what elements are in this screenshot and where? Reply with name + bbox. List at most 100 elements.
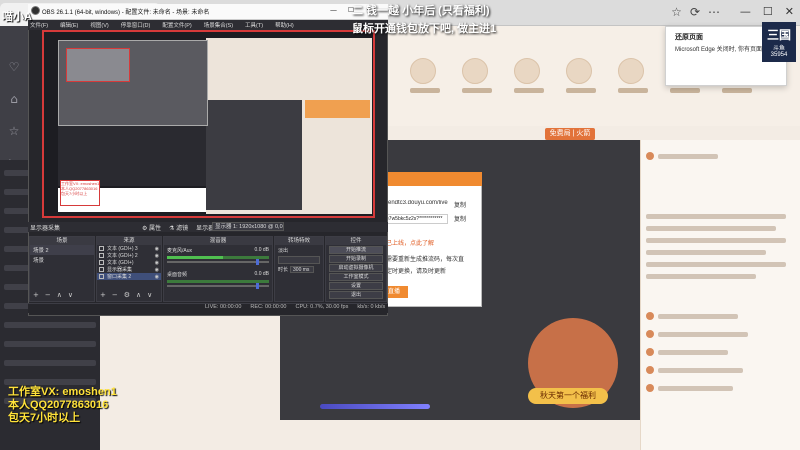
dock-title: 来源 <box>97 237 161 245</box>
filters-button[interactable]: ⚗ 滤镜 <box>169 223 188 232</box>
red-packet-banner[interactable]: 秋天第一个福利 <box>528 388 608 404</box>
copy-url-button[interactable]: 复制 <box>454 200 466 209</box>
favorite-icon[interactable]: ☆ <box>671 5 682 19</box>
channel-db: 0.0 dB <box>254 247 269 253</box>
start-recording-button[interactable]: 开始录制 <box>329 255 383 263</box>
nav-item[interactable] <box>618 58 648 93</box>
menu-profile[interactable]: 配置文件(P) <box>162 21 191 29</box>
level-meter <box>167 280 269 283</box>
visibility-icon[interactable]: ◉ <box>155 260 159 266</box>
source-name: 文本 (GDI+) <box>107 260 134 266</box>
nav-item[interactable] <box>462 58 492 93</box>
visibility-icon[interactable]: ◉ <box>155 253 159 259</box>
add-icon[interactable]: + <box>100 291 106 299</box>
avatar <box>646 348 654 356</box>
chat-line <box>658 154 718 159</box>
menu-scene-collection[interactable]: 场景集合(S) <box>204 21 233 29</box>
volume-knob[interactable] <box>255 283 259 289</box>
source-name: 窗口采集 2 <box>107 274 132 280</box>
scenes-footer: + − ∧ ∨ <box>33 291 73 299</box>
source-name: 文本 (GDI+) 3 <box>107 246 138 252</box>
menu-help[interactable]: 帮助(H) <box>275 21 294 29</box>
chat-line <box>646 238 786 243</box>
visibility-icon[interactable]: ◉ <box>155 267 159 273</box>
menu-tools[interactable]: 工具(T) <box>245 21 263 29</box>
move-up-icon[interactable]: ∧ <box>57 291 62 299</box>
remove-icon[interactable]: − <box>45 291 51 299</box>
display-select[interactable]: 显示器 1: 1920x1080 @ 0,0 <box>212 222 284 231</box>
avatar <box>646 152 654 160</box>
menu-edit[interactable]: 编辑(E) <box>60 21 78 29</box>
menu-file[interactable]: 文件(F) <box>30 21 48 29</box>
visibility-icon[interactable]: ◉ <box>155 246 159 252</box>
avatar <box>646 384 654 392</box>
chat-line <box>658 350 728 355</box>
bitrate: kb/s: 0 kb/s <box>357 304 386 310</box>
category-icon <box>618 58 644 84</box>
nav-item[interactable] <box>410 58 440 93</box>
volume-slider[interactable] <box>167 283 269 289</box>
nav-item[interactable] <box>514 58 544 93</box>
more-icon[interactable]: ⋯ <box>708 5 720 19</box>
browser-window-controls: — ☐ ✕ <box>740 5 794 18</box>
move-down-icon[interactable]: ∨ <box>147 291 152 299</box>
scene-item[interactable]: 场景 <box>30 255 94 265</box>
minimize-icon[interactable]: — <box>330 6 337 14</box>
studio-mode-button[interactable]: 工作室模式 <box>329 273 383 281</box>
volume-knob[interactable] <box>255 259 259 265</box>
properties-button[interactable]: ⚙ 属性 <box>142 223 161 232</box>
heart-icon[interactable]: ♡ <box>9 60 20 74</box>
viewer-count: 35954 <box>770 52 788 58</box>
list-item[interactable] <box>4 341 96 347</box>
chat-line <box>646 274 756 279</box>
maximize-icon[interactable]: ☐ <box>763 5 773 18</box>
source-item[interactable]: 文本 (GDI+) ◉ <box>97 259 161 266</box>
chat-line <box>658 314 738 319</box>
player-progress-bar[interactable] <box>320 404 430 409</box>
menu-view[interactable]: 视图(V) <box>90 21 108 29</box>
level-meter <box>167 256 269 259</box>
add-icon[interactable]: + <box>33 291 39 299</box>
exit-button[interactable]: 退出 <box>329 291 383 299</box>
nav-item-label <box>514 88 544 93</box>
star-icon[interactable]: ☆ <box>9 124 20 138</box>
live-timer: LIVE: 00:00:00 <box>205 304 242 310</box>
start-streaming-button[interactable]: 开始推流 <box>329 246 383 254</box>
monitor-icon <box>99 267 104 272</box>
transition-type[interactable]: 淡出 <box>278 247 288 254</box>
settings-button[interactable]: 设置 <box>329 282 383 290</box>
nav-item-label <box>670 88 700 93</box>
source-item[interactable]: 文本 (GDI+) 2 ◉ <box>97 252 161 259</box>
list-item[interactable] <box>4 322 96 328</box>
source-item[interactable]: 显示器采集 ◉ <box>97 266 161 273</box>
logo-text: 三国 <box>766 28 791 42</box>
gear-icon[interactable]: ⚙ <box>124 291 130 299</box>
site-left-nav-icons: ♡ ⌂ ☆ ▷ <box>0 60 28 170</box>
cpu-usage: CPU: 0.7%, 30.00 fps <box>295 304 349 310</box>
home-icon[interactable]: ⌂ <box>10 92 18 106</box>
scene-item[interactable]: 场景 2 <box>30 245 94 255</box>
browser-toolbar-icons: ☆ ⟳ ⋯ <box>671 5 720 19</box>
source-item[interactable]: 文本 (GDI+) 3 ◉ <box>97 245 161 252</box>
copy-key-button[interactable]: 复制 <box>454 214 466 223</box>
list-item[interactable] <box>4 360 96 366</box>
volume-slider[interactable] <box>167 259 269 265</box>
virtual-camera-button[interactable]: 启动虚拟摄像机 <box>329 264 383 272</box>
move-up-icon[interactable]: ∧ <box>136 291 141 299</box>
overlay-text-top-center: 二 钱一越 小年后 (只看福利) <box>352 5 490 17</box>
list-item[interactable] <box>4 379 96 385</box>
refresh-icon[interactable]: ⟳ <box>690 5 700 19</box>
duration-input[interactable]: 300 ms <box>290 266 315 273</box>
minimize-icon[interactable]: — <box>740 5 751 18</box>
close-icon[interactable]: ✕ <box>785 5 794 18</box>
move-down-icon[interactable]: ∨ <box>68 291 73 299</box>
source-item[interactable]: 窗口采集 2 ◉ <box>97 273 161 280</box>
nav-item-label <box>722 88 752 93</box>
visibility-icon[interactable]: ◉ <box>155 274 159 280</box>
nav-item[interactable] <box>566 58 596 93</box>
remove-icon[interactable]: − <box>112 291 118 299</box>
game-logo[interactable]: 三国 斗鱼 35954 <box>762 22 796 62</box>
menu-docks[interactable]: 停靠窗口(D) <box>121 21 151 29</box>
preview-nested-player <box>206 100 302 210</box>
transition-select[interactable] <box>278 256 320 264</box>
